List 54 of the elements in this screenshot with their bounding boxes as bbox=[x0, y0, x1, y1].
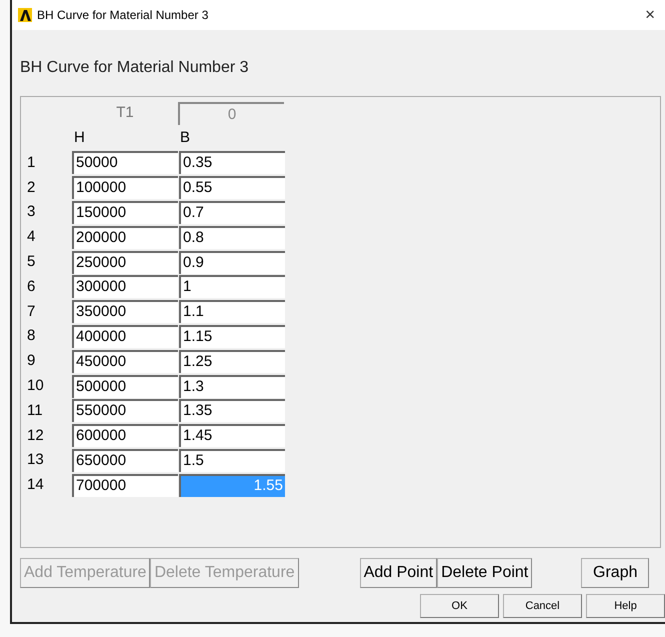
input-field[interactable]: 1.3 bbox=[179, 374, 285, 398]
row-number: 1 bbox=[26, 152, 36, 173]
input-field[interactable]: 0.7 bbox=[179, 201, 285, 224]
input-field[interactable]: 0.55 bbox=[179, 176, 285, 200]
temperature-label: T1 bbox=[115, 103, 135, 124]
row-number: 7 bbox=[26, 302, 36, 322]
input-field[interactable]: 200000 bbox=[72, 226, 178, 249]
input-field[interactable]: 100000 bbox=[72, 176, 178, 200]
input-field[interactable]: 450000 bbox=[72, 350, 178, 373]
column-header: B bbox=[179, 128, 192, 148]
input-field[interactable]: 650000 bbox=[72, 449, 178, 472]
row-number: 11 bbox=[26, 400, 44, 421]
button[interactable]: Add Point bbox=[360, 558, 438, 588]
input-field[interactable]: 1.45 bbox=[179, 424, 285, 448]
input-field[interactable]: 550000 bbox=[72, 399, 178, 422]
input-field[interactable]: 350000 bbox=[72, 300, 178, 324]
app-logo-icon bbox=[18, 8, 32, 22]
button[interactable]: OK bbox=[420, 594, 499, 618]
input-field[interactable]: 600000 bbox=[72, 424, 178, 448]
input-field[interactable]: 1.35 bbox=[179, 399, 285, 422]
row-number: 2 bbox=[26, 178, 36, 198]
input-field[interactable]: 1.25 bbox=[179, 350, 285, 373]
row-number: 10 bbox=[26, 376, 45, 396]
input-field[interactable]: 300000 bbox=[72, 275, 178, 298]
input-field[interactable]: 0.35 bbox=[179, 151, 285, 174]
input-field[interactable]: 500000 bbox=[72, 374, 178, 398]
button[interactable]: Graph bbox=[581, 558, 650, 588]
input-field[interactable]: 1.5 bbox=[179, 449, 285, 472]
row-number: 8 bbox=[26, 326, 36, 346]
input-field[interactable]: 150000 bbox=[72, 201, 178, 224]
button[interactable]: Cancel bbox=[503, 594, 582, 618]
row-number: 6 bbox=[26, 276, 36, 297]
row-number: 5 bbox=[26, 252, 36, 272]
button[interactable]: Help bbox=[586, 594, 665, 618]
input-field[interactable]: 0.9 bbox=[179, 250, 285, 274]
input-field[interactable]: 1 bbox=[179, 275, 285, 298]
window-title: BH Curve for Material Number 3 bbox=[37, 7, 208, 24]
column-header: H bbox=[73, 128, 86, 148]
input-field[interactable]: 1.15 bbox=[179, 325, 285, 348]
input-field[interactable]: 250000 bbox=[72, 250, 178, 274]
input-field[interactable]: 0.8 bbox=[179, 226, 285, 249]
row-number: 3 bbox=[26, 202, 36, 222]
input-field[interactable]: 50000 bbox=[72, 151, 178, 174]
input-field[interactable]: 1.1 bbox=[179, 300, 285, 324]
button[interactable]: Delete Point bbox=[437, 558, 532, 588]
row-number: 9 bbox=[26, 351, 36, 372]
dialog-heading: BH Curve for Material Number 3 bbox=[20, 59, 249, 76]
row-number: 12 bbox=[26, 426, 45, 446]
input-field[interactable]: 400000 bbox=[72, 325, 178, 348]
row-number: 14 bbox=[26, 475, 45, 496]
row-number: 4 bbox=[26, 227, 36, 248]
input-field[interactable]: 700000 bbox=[72, 474, 178, 497]
row-number: 13 bbox=[26, 450, 45, 470]
close-button[interactable]: × bbox=[641, 2, 659, 28]
